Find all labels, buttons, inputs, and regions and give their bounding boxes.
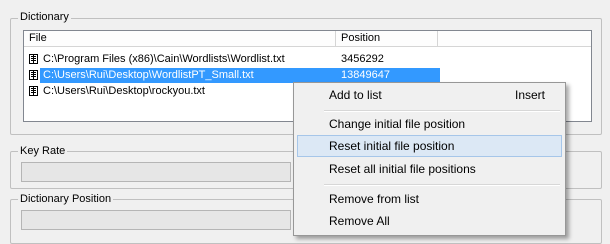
file-list-icon	[29, 54, 38, 64]
menu-item-reset-all-initial-file-positions[interactable]: Reset all initial file positions	[297, 158, 562, 180]
key-rate-field	[21, 162, 291, 182]
menu-separator	[324, 184, 560, 186]
menu-separator	[324, 110, 560, 112]
dictionary-group-label: Dictionary	[18, 11, 71, 23]
file-position: 13849647	[341, 69, 390, 81]
key-rate-label: Key Rate	[18, 145, 68, 157]
file-list-header: File Position	[24, 31, 591, 47]
column-header-position[interactable]: Position	[336, 31, 438, 46]
file-path: C:\Program Files (x86)\Cain\Wordlists\Wo…	[43, 53, 285, 65]
menu-item-change-initial-file-position[interactable]: Change initial file position	[297, 113, 562, 135]
file-position: 3456292	[341, 53, 384, 65]
file-list-icon	[29, 70, 38, 80]
column-header-file[interactable]: File	[24, 31, 336, 46]
file-path: C:\Users\Rui\Desktop\rockyou.txt	[43, 85, 205, 97]
menu-shortcut: Insert	[515, 88, 546, 102]
dictionary-position-label: Dictionary Position	[18, 193, 114, 205]
menu-item-remove-from-list[interactable]: Remove from list	[297, 188, 562, 210]
context-menu: Add to list Insert Change initial file p…	[293, 82, 566, 236]
menu-item-remove-all[interactable]: Remove All	[297, 210, 562, 232]
menu-item-add-to-list[interactable]: Add to list Insert	[297, 84, 562, 106]
file-list-icon	[29, 86, 38, 96]
dictionary-position-field	[21, 210, 291, 230]
file-path: C:\Users\Rui\Desktop\WordlistPT_Small.tx…	[43, 69, 254, 81]
menu-item-reset-initial-file-position[interactable]: Reset initial file position	[297, 135, 562, 157]
file-row[interactable]: C:\Program Files (x86)\Cain\Wordlists\Wo…	[24, 52, 591, 67]
file-row-selected[interactable]: C:\Users\Rui\Desktop\WordlistPT_Small.tx…	[24, 68, 591, 83]
